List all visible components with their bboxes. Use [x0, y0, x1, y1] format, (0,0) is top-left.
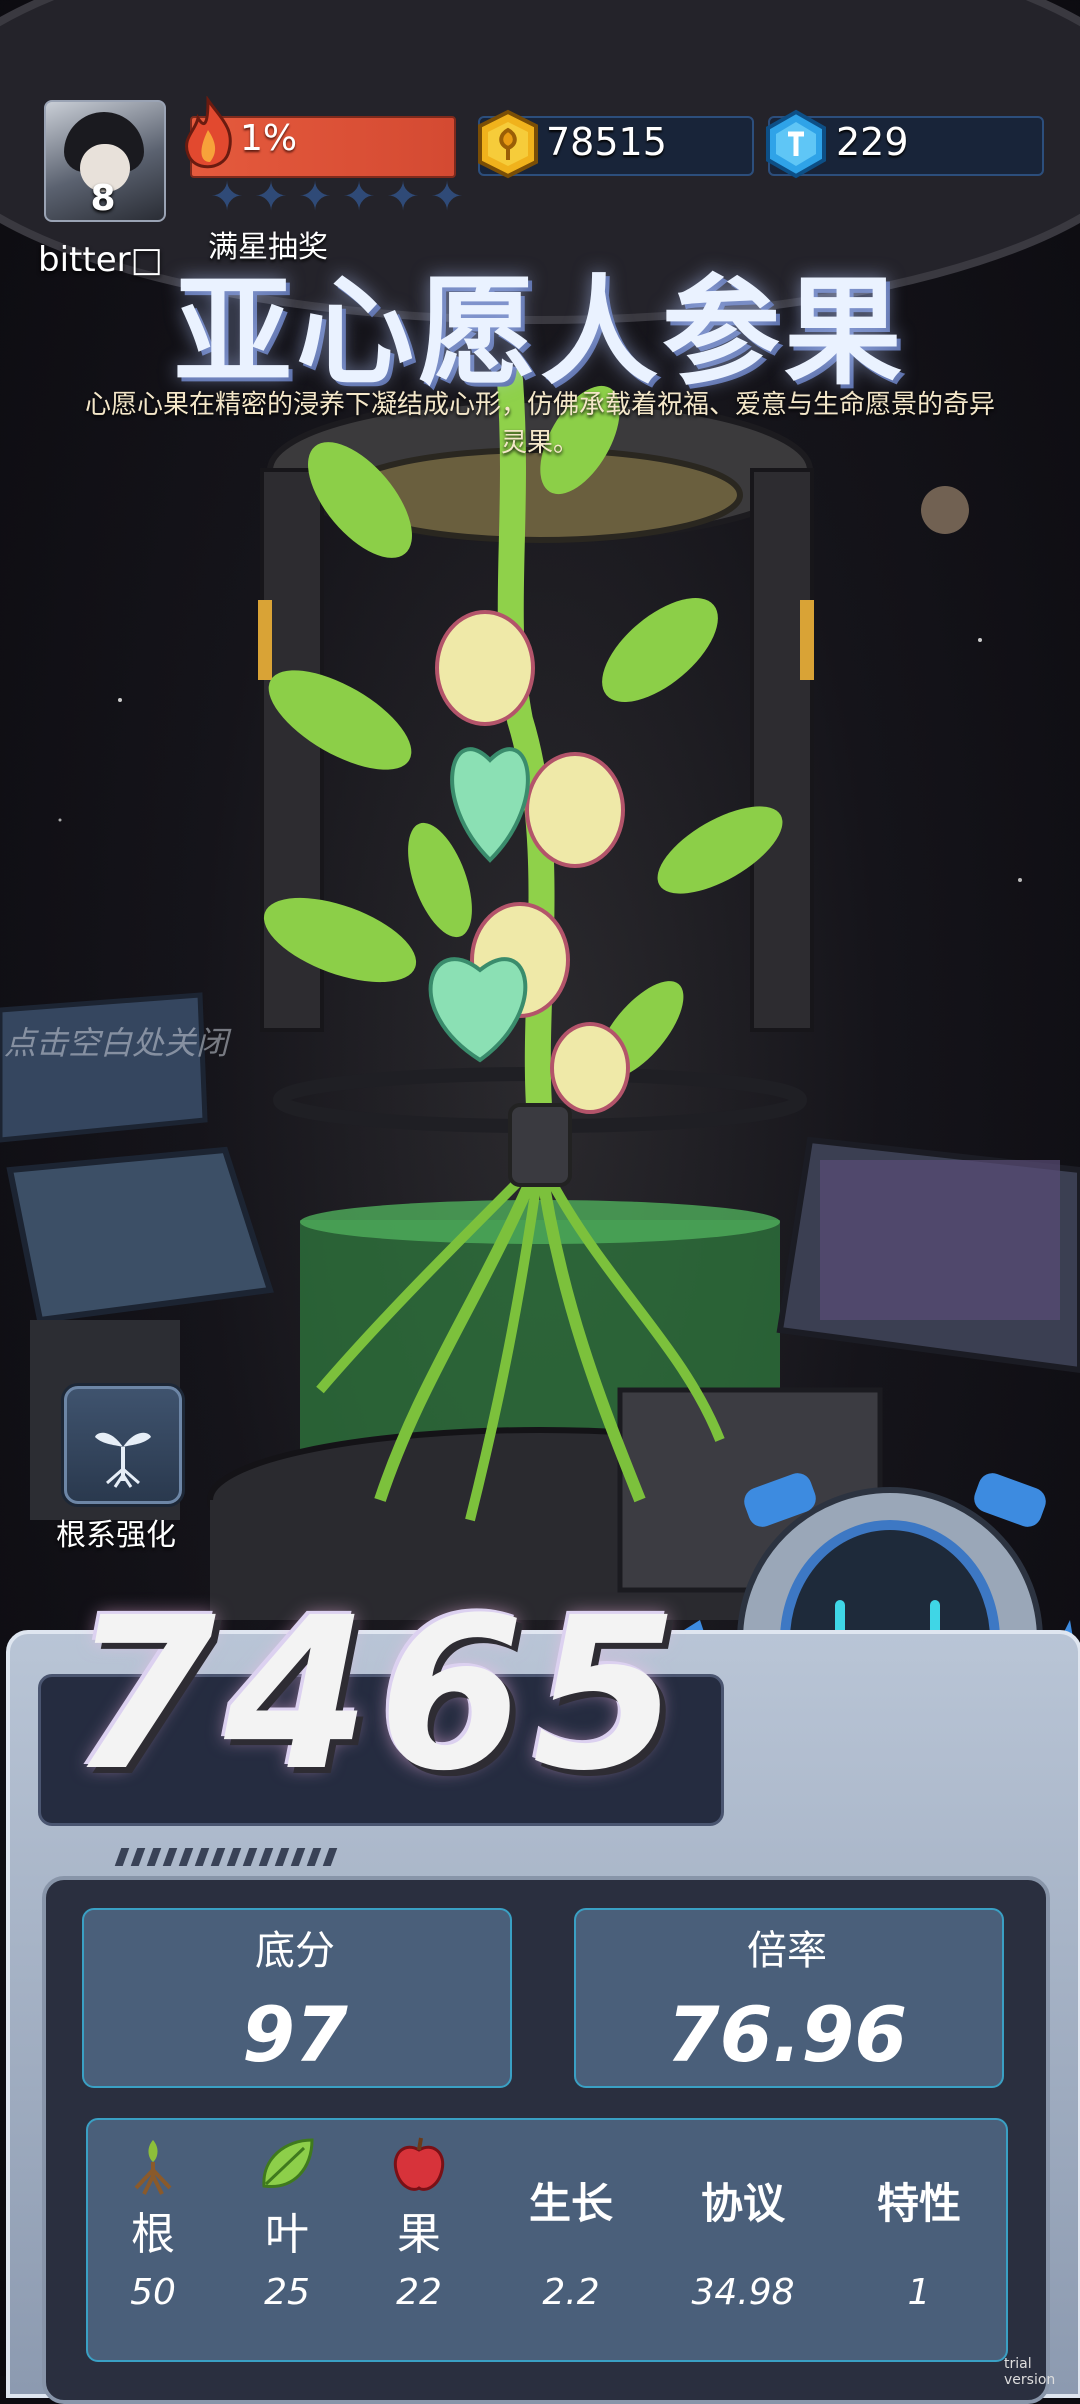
multiplier-label: 倍率	[747, 1928, 827, 1974]
energy-percent: 1%	[240, 118, 298, 159]
attr-growth-name: 生长	[528, 2179, 613, 2228]
star-icon: ✦	[386, 174, 420, 220]
trial-watermark: trial version	[1004, 2356, 1056, 2388]
attr-fruit-name: 果	[397, 2209, 441, 2260]
player-level: 8	[90, 178, 116, 219]
star-icon: ✦	[298, 174, 332, 220]
attr-leaf-name: 叶	[265, 2209, 309, 2260]
tap-to-close-hint[interactable]: 点击空白处关闭	[4, 1018, 228, 1064]
apple-icon	[393, 2137, 445, 2191]
item-description: 心愿心果在精密的浸养下凝结成心形，仿佛承载着祝福、爱意与生命愿景的奇异灵果。	[84, 390, 995, 458]
star-rating: ✦ ✦ ✦ ✦ ✦ ✦	[208, 174, 466, 220]
star-icon: ✦	[342, 174, 376, 220]
attr-protocol-value: 34.98	[691, 2272, 795, 2313]
attr-fruit-value: 22	[396, 2272, 442, 2313]
base-score-value: 97	[242, 1990, 348, 2079]
fire-icon	[185, 96, 232, 169]
attr-growth-value: 2.2	[542, 2272, 600, 2313]
star-icon: ✦	[430, 174, 464, 220]
leaf-icon	[262, 2138, 314, 2188]
root-icon	[134, 2140, 172, 2195]
root-enhance-label: 根系强化	[56, 1518, 176, 1553]
attr-leaf-value: 25	[264, 2272, 310, 2313]
attr-protocol-name: 协议	[700, 2179, 785, 2228]
root-enhance-button[interactable]	[64, 1386, 182, 1504]
multiplier-value: 76.96	[666, 1990, 908, 2079]
attr-root-value: 50	[130, 2272, 176, 2313]
star-icon: ✦	[210, 174, 244, 220]
coin-amount: 78515	[546, 120, 667, 164]
gem-icon	[766, 109, 826, 179]
sprout-icon	[95, 1432, 151, 1488]
attr-trait-value: 1	[907, 2272, 931, 2313]
attr-root-name: 根	[131, 2209, 175, 2260]
attr-trait-name: 特性	[876, 2179, 961, 2228]
star-icon: ✦	[254, 174, 288, 220]
coin-icon	[478, 109, 538, 179]
base-score-label: 底分	[255, 1928, 335, 1974]
item-title: 亚心愿人参果	[173, 263, 906, 401]
gem-amount: 229	[836, 120, 909, 164]
panel-grate	[114, 1848, 338, 1866]
total-score: 7465	[70, 1572, 687, 1817]
